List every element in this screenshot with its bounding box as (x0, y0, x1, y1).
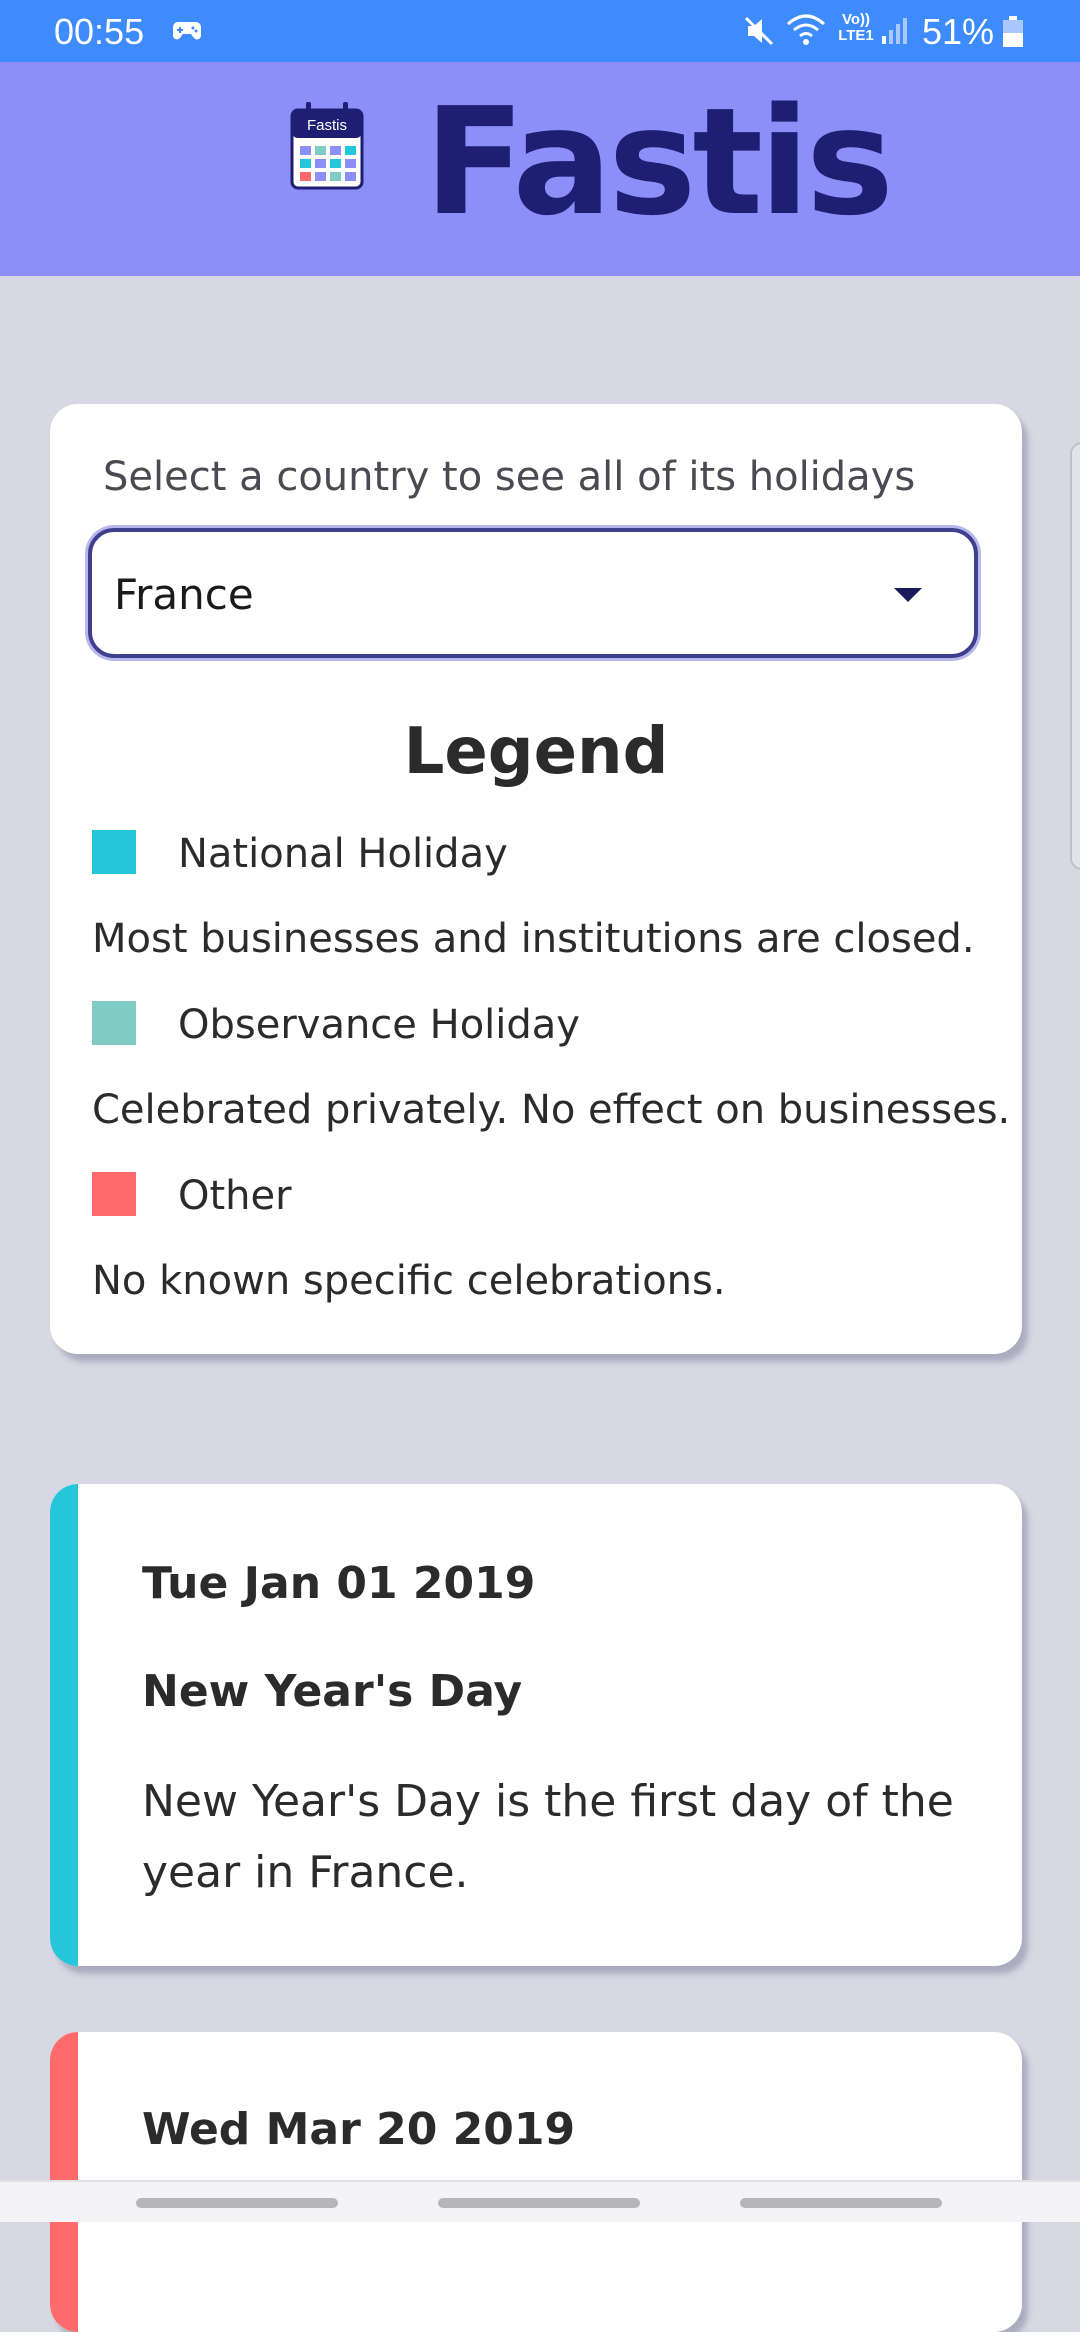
holiday-date: Tue Jan 01 2019 (142, 1558, 536, 1609)
signal-icon (882, 18, 907, 44)
legend-label-other: Other (178, 1173, 292, 1219)
holiday-name: New Year's Day (142, 1666, 523, 1717)
volte-label: Vo)) (841, 11, 871, 28)
legend-swatch-national (92, 830, 136, 874)
lte-label: LTE1 (838, 27, 874, 44)
legend-title: Legend (403, 715, 669, 789)
back-button[interactable] (740, 2198, 942, 2208)
legend-desc-observance: Celebrated privately. No effect on busin… (92, 1087, 1011, 1133)
logo-text: Fastis (307, 117, 347, 134)
wifi-icon (787, 14, 825, 45)
game-controller-icon (173, 22, 201, 40)
select-prompt: Select a country to see all of its holid… (103, 454, 916, 500)
chevron-down-icon (894, 588, 922, 602)
lte-indicator: Vo)) LTE1 (834, 12, 878, 44)
country-legend-card: Select a country to see all of its holid… (50, 404, 1022, 1354)
holiday-card[interactable]: Tue Jan 01 2019 New Year's Day New Year'… (50, 1484, 1022, 1966)
legend-desc-other: No known specific celebrations. (92, 1258, 726, 1304)
legend-desc-national: Most businesses and institutions are clo… (92, 916, 975, 962)
legend-label-national: National Holiday (178, 831, 508, 877)
home-button[interactable] (438, 2198, 640, 2208)
country-select-value: France (114, 570, 254, 619)
battery-percent: 51% (922, 11, 995, 52)
country-select[interactable]: France (88, 528, 978, 658)
legend-label-observance: Observance Holiday (178, 1002, 580, 1048)
legend-swatch-other (92, 1172, 136, 1216)
app-title: Fastis (424, 76, 894, 248)
system-nav-bar (0, 2180, 1080, 2222)
battery-icon (1003, 16, 1023, 47)
holiday-type-accent (50, 1484, 78, 1966)
status-bar: 00:55 Vo)) LTE1 51% (0, 0, 1080, 62)
mute-icon (744, 16, 774, 46)
app-header: Fastis Fastis (0, 62, 1080, 276)
holiday-description: New Year's Day is the first day of the y… (142, 1776, 954, 1898)
legend-swatch-observance (92, 1001, 136, 1045)
status-time: 00:55 (54, 11, 145, 52)
recent-apps-button[interactable] (136, 2198, 338, 2208)
calendar-logo-icon: Fastis (290, 102, 364, 190)
edge-panel-handle[interactable] (1070, 442, 1080, 870)
holiday-date: Wed Mar 20 2019 (142, 2104, 576, 2155)
